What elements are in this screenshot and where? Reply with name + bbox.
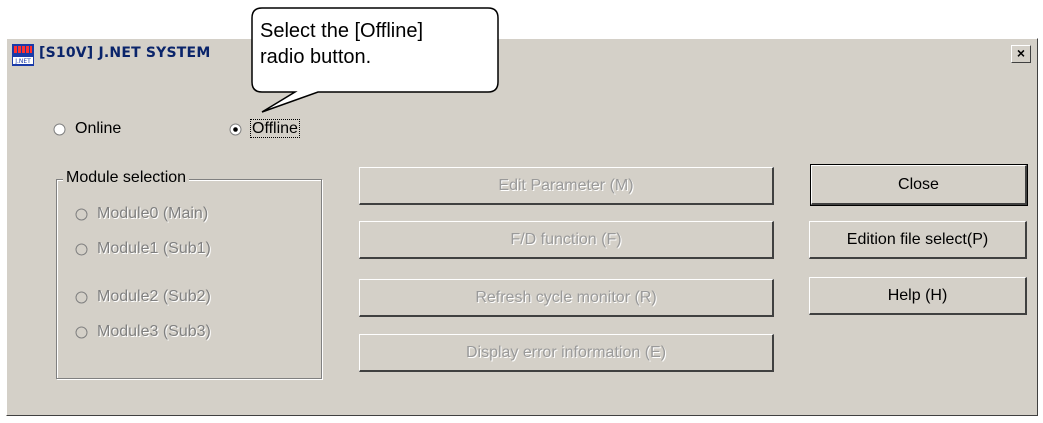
svg-text:J.NET: J.NET [14,58,31,65]
radio-unselected-icon [75,243,88,256]
fd-function-button[interactable]: F/D function (F) [359,221,774,259]
module-option-label: Module1 (Sub1) [97,240,211,257]
callout-line-1: Select the [Offline] [260,20,424,42]
module-selection-title: Module selection [63,169,190,187]
callout-line-2: radio button. [260,46,372,68]
callout-text: Select the [Offline] radio button. [260,18,423,70]
module-option-label: Module3 (Sub3) [97,323,211,340]
radio-unselected-icon [75,326,88,339]
refresh-cycle-monitor-button[interactable]: Refresh cycle monitor (R) [359,279,774,317]
module-option-label: Module0 (Main) [97,205,209,222]
window-title: [S10V] J.NET SYSTEM [39,45,211,61]
radio-unselected-icon [75,208,88,221]
edition-file-select-button[interactable]: Edition file select(P) [809,221,1027,259]
radio-online-label: Online [75,120,122,137]
close-button[interactable]: Close [810,164,1028,206]
jnet-system-dialog: J.NET [S10V] J.NET SYSTEM × Online Offli… [6,38,1038,416]
display-error-information-button[interactable]: Display error information (E) [359,334,774,372]
module-option-label: Module2 (Sub2) [97,288,211,305]
radio-unselected-icon [75,291,88,304]
radio-unselected-icon [53,123,66,136]
radio-selected-icon [229,123,242,136]
title-bar: J.NET [S10V] J.NET SYSTEM × [7,39,1037,69]
close-icon[interactable]: × [1011,45,1031,63]
help-button[interactable]: Help (H) [809,277,1027,315]
jnet-app-icon: J.NET [12,44,34,66]
edit-parameter-button[interactable]: Edit Parameter (M) [359,167,774,205]
